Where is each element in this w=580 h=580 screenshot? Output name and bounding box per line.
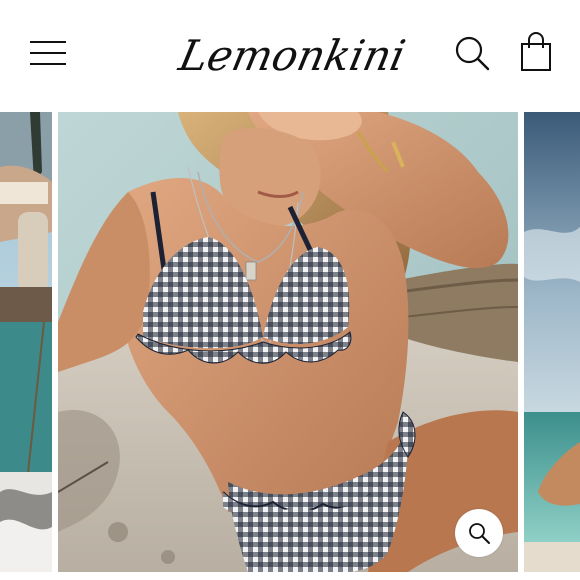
brand-logo-text: Lemonkini: [174, 31, 410, 80]
shopping-bag-icon: [521, 32, 551, 71]
next-product-photo: [524, 112, 580, 572]
zoom-button[interactable]: [455, 509, 503, 557]
cart-button[interactable]: [516, 30, 556, 74]
magnifier-zoom-icon: [469, 523, 490, 544]
search-icon: [455, 36, 490, 71]
menu-icon-line: [30, 41, 66, 43]
carousel-slide-previous[interactable]: [0, 112, 52, 572]
model-bikini-photo: [58, 112, 518, 572]
menu-button[interactable]: [28, 36, 68, 70]
carousel-slide-next[interactable]: [524, 112, 580, 572]
previous-product-photo: [0, 112, 52, 572]
carousel-slide-active[interactable]: [58, 112, 518, 572]
product-image-carousel[interactable]: [0, 112, 580, 580]
menu-icon-line: [30, 52, 66, 54]
search-button[interactable]: [452, 33, 492, 73]
menu-icon-line: [30, 63, 66, 65]
site-header: Lemonkini: [0, 0, 580, 112]
brand-logo[interactable]: Lemonkini: [175, 18, 410, 96]
